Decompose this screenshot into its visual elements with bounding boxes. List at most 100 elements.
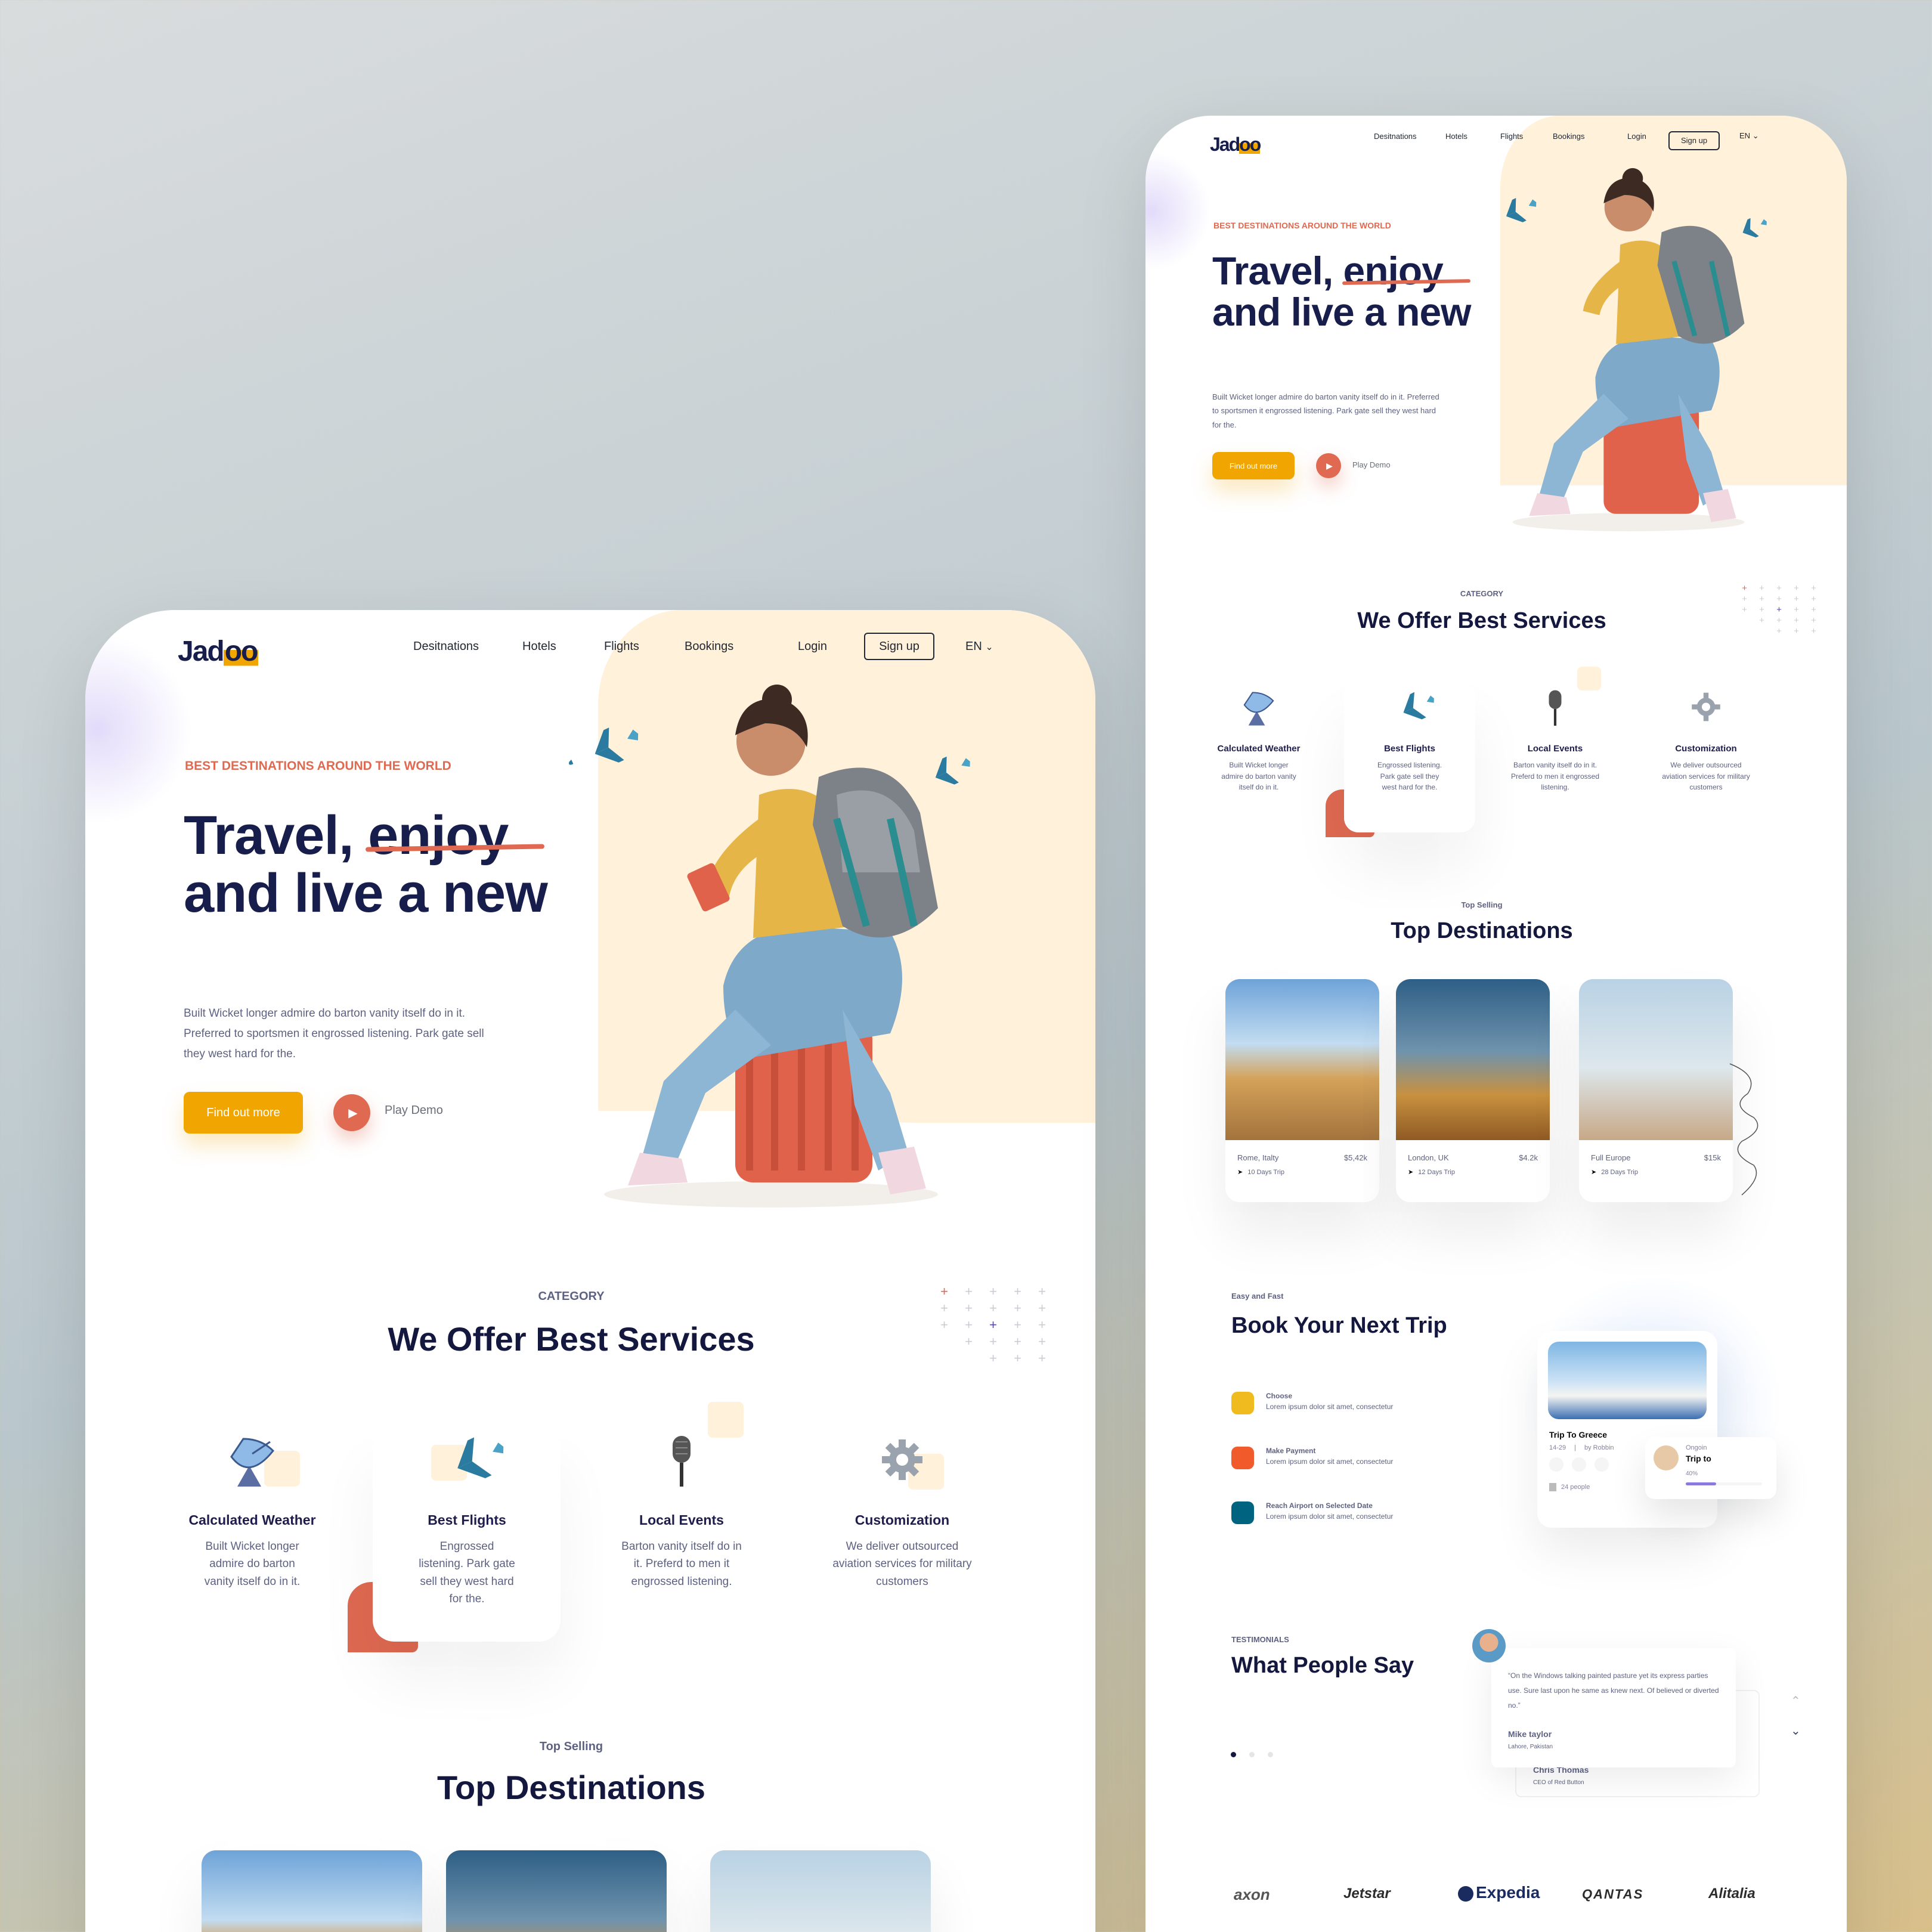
leaf-icon[interactable] xyxy=(1549,1457,1563,1472)
service-item[interactable]: Calculated Weather Built Wicket longer a… xyxy=(1205,688,1312,793)
service-item[interactable]: Customization We deliver outsourced avia… xyxy=(1646,688,1766,793)
ongoing-trip-card[interactable]: Ongoin Trip to 40% xyxy=(1645,1437,1776,1499)
fullpage-preview-card: Jadoo Desitnations Hotels Flights Bookin… xyxy=(1145,116,1847,1932)
nav-item-flights[interactable]: Flights xyxy=(1500,132,1523,141)
traveler-illustration xyxy=(569,685,970,1208)
navigation-arrow-icon: ➤ xyxy=(1237,1169,1243,1176)
chevron-down-icon: ⌄ xyxy=(1752,131,1759,140)
nav-item-bookings[interactable]: Bookings xyxy=(685,640,733,654)
play-icon: ▶ xyxy=(1326,460,1333,470)
brand-logo[interactable]: Jadoo xyxy=(178,635,259,668)
decorative-spiral xyxy=(1729,1063,1758,1196)
signup-button[interactable]: Sign up xyxy=(864,633,934,660)
language-selector[interactable]: EN ⌄ xyxy=(965,640,993,654)
service-item[interactable]: Best Flights Engrossed listening. Park g… xyxy=(383,1433,550,1608)
booking-step: Choose Lorem ipsum dolor sit amet, conse… xyxy=(1231,1392,1393,1414)
airplane-icon xyxy=(918,756,970,786)
decorative-plus-grid: + + + + + + + + + + + + + + + + + + + + + + xyxy=(940,1284,1046,1366)
destination-card-europe[interactable]: Full Europe $15k ➤ 28 Days Trip xyxy=(1579,979,1733,1202)
chevron-down-icon[interactable]: ⌄ xyxy=(1791,1723,1801,1738)
airplane-icon xyxy=(1491,198,1537,224)
destination-card-europe[interactable] xyxy=(710,1850,931,1932)
chevron-down-icon: ⌄ xyxy=(985,642,993,652)
destination-card-london[interactable]: London, UK $4.2k ➤ 12 Days Trip xyxy=(1396,979,1550,1202)
service-item[interactable]: Calculated Weather Built Wicket longer a… xyxy=(175,1433,330,1590)
booking-title: Book Your Next Trip xyxy=(1231,1313,1447,1338)
lavender-glow xyxy=(85,634,193,825)
play-demo-label[interactable]: Play Demo xyxy=(385,1104,443,1117)
destinations-subtitle: Top Selling xyxy=(539,1740,603,1753)
carousel-dots[interactable] xyxy=(1231,1752,1273,1757)
nav-item-flights[interactable]: Flights xyxy=(604,640,639,654)
play-demo-button[interactable]: ▶ xyxy=(333,1094,370,1131)
services-title: We Offer Best Services xyxy=(1357,608,1606,633)
play-demo-button[interactable]: ▶ xyxy=(1316,453,1341,478)
taxi-icon xyxy=(1231,1501,1254,1524)
trip-image xyxy=(1548,1342,1707,1419)
testimonials-title: What People Say xyxy=(1231,1653,1414,1678)
partner-logo-axon: axon xyxy=(1234,1885,1270,1903)
gear-icon xyxy=(882,1439,922,1480)
partner-logo-expedia: Expedia xyxy=(1458,1883,1540,1902)
globe-icon xyxy=(1458,1885,1473,1902)
gear-icon xyxy=(1692,692,1720,722)
nav-item-hotels[interactable]: Hotels xyxy=(1445,132,1467,141)
hero-description: Built Wicket longer admire do barton van… xyxy=(184,1007,484,1061)
nav-item-hotels[interactable]: Hotels xyxy=(522,640,556,654)
nav-item-login[interactable]: Login xyxy=(798,640,827,654)
hero-eyebrow: BEST DESTINATIONS AROUND THE WORLD xyxy=(1213,221,1391,230)
satellite-dish-icon xyxy=(1243,692,1274,726)
find-out-more-button[interactable]: Find out more xyxy=(184,1092,303,1134)
nav-item-destinations[interactable]: Desitnations xyxy=(413,640,479,654)
hero-description: Built Wicket longer admire do barton van… xyxy=(1212,392,1439,429)
services-title: We Offer Best Services xyxy=(388,1320,755,1358)
building-icon xyxy=(1549,1483,1556,1491)
play-demo-label[interactable]: Play Demo xyxy=(1352,460,1391,469)
payment-icon xyxy=(1231,1447,1254,1469)
nav-item-bookings[interactable]: Bookings xyxy=(1553,132,1584,141)
destinations-title: Top Destinations xyxy=(1391,918,1573,943)
nav-item-login[interactable]: Login xyxy=(1627,132,1646,141)
signup-button[interactable]: Sign up xyxy=(1668,131,1720,150)
airplane-icon xyxy=(433,1437,504,1480)
find-out-more-button[interactable]: Find out more xyxy=(1212,452,1295,479)
avatar xyxy=(1472,1629,1506,1662)
destination-card-rome[interactable] xyxy=(202,1850,422,1932)
service-item[interactable]: Local Events Barton vanity itself do in … xyxy=(604,1433,759,1590)
progress-bar xyxy=(1686,1482,1762,1485)
satellite-dish-icon xyxy=(230,1438,275,1487)
avatar xyxy=(1654,1445,1679,1470)
service-item[interactable]: Best Flights Engrossed listening. Park g… xyxy=(1351,688,1468,793)
desktop-preview-card: Jadoo Desitnations Hotels Flights Bookin… xyxy=(85,610,1095,1932)
destinations-subtitle: Top Selling xyxy=(1461,900,1503,909)
navigation-arrow-icon: ➤ xyxy=(1591,1169,1597,1176)
language-selector[interactable]: EN ⌄ xyxy=(1739,131,1759,141)
map-icon[interactable] xyxy=(1572,1457,1586,1472)
destinations-title: Top Destinations xyxy=(436,1769,706,1806)
service-item[interactable]: Customization We deliver outsourced avia… xyxy=(813,1433,992,1590)
hero-title: Travel, enjoy and live a new xyxy=(184,805,548,924)
airplane-icon xyxy=(1730,218,1767,239)
booking-subtitle: Easy and Fast xyxy=(1231,1292,1284,1301)
hero-eyebrow: BEST DESTINATIONS AROUND THE WORLD xyxy=(185,759,451,773)
choose-icon xyxy=(1231,1392,1254,1414)
booking-step: Make Payment Lorem ipsum dolor sit amet,… xyxy=(1231,1447,1393,1469)
send-icon[interactable] xyxy=(1594,1457,1609,1472)
chevron-up-icon[interactable]: ⌃ xyxy=(1791,1693,1801,1708)
services-subtitle: CATEGORY xyxy=(1460,589,1504,598)
partner-logo-jetstar: Jetstar xyxy=(1343,1885,1391,1902)
booking-step: Reach Airport on Selected Date Lorem ips… xyxy=(1231,1501,1393,1524)
brand-logo[interactable]: Jadoo xyxy=(1210,134,1261,156)
decorative-plus-grid: + + + + + + + + + + + + + + + + + + + + + + xyxy=(1742,583,1816,636)
airplane-icon xyxy=(1387,692,1434,720)
destination-card-rome[interactable]: Rome, Italty $5,42k ➤ 10 Days Trip xyxy=(1225,979,1379,1202)
partner-logo-alitalia: Alitalia xyxy=(1708,1885,1755,1902)
nav-item-destinations[interactable]: Desitnations xyxy=(1374,132,1417,141)
play-icon: ▶ xyxy=(348,1106,358,1120)
navigation-arrow-icon: ➤ xyxy=(1408,1169,1414,1176)
services-subtitle: CATEGORY xyxy=(538,1290,605,1303)
service-item[interactable]: Local Events Barton vanity itself do in … xyxy=(1501,688,1609,793)
destination-card-london[interactable] xyxy=(446,1850,667,1932)
microphone-icon xyxy=(1549,690,1562,726)
microphone-icon xyxy=(673,1436,691,1487)
